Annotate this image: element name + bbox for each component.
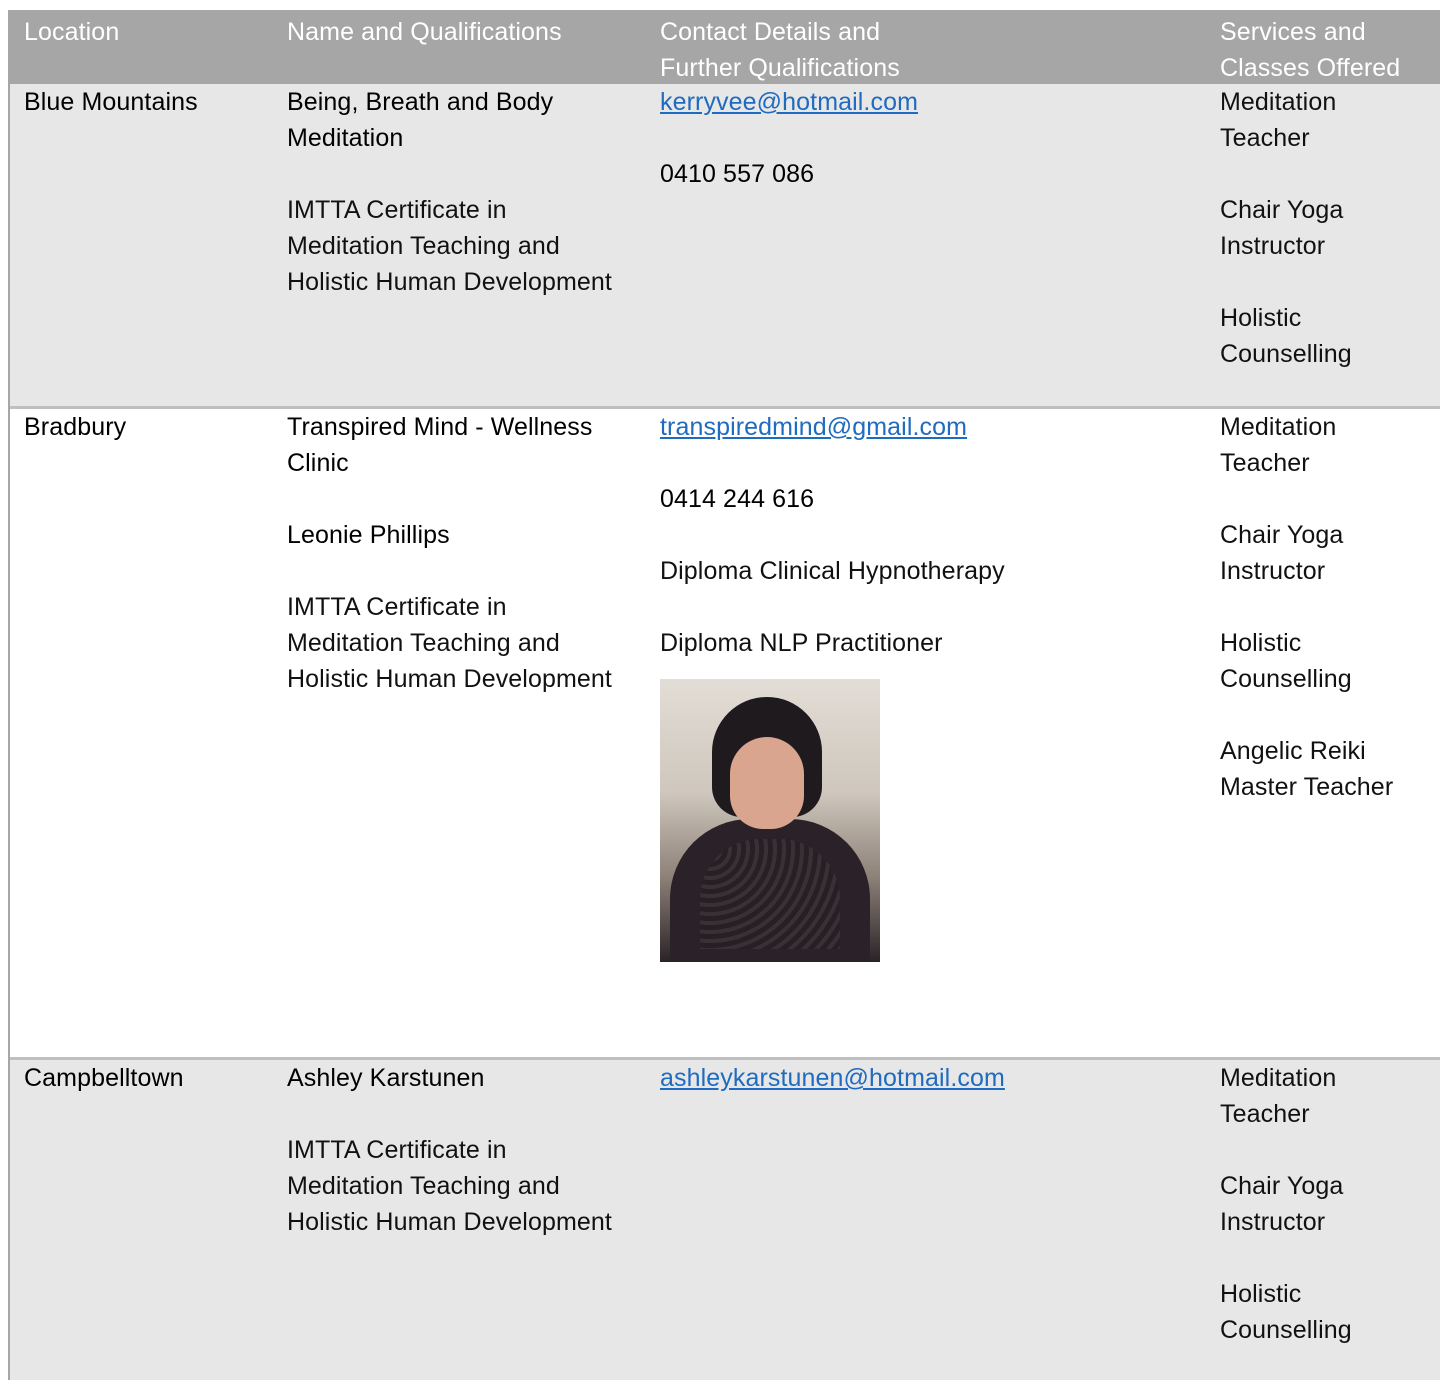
practice-name-cont: Meditation [287,124,404,152]
row-location: Blue Mountains [24,88,198,116]
service-item: Meditation Teacher [1220,413,1337,477]
qualification-line: Meditation Teaching and [287,232,560,260]
qualification-line: Holistic Human Development [287,665,612,693]
header-contact-line2: Further Qualifications [660,54,900,82]
service-item: Meditation Teacher [1220,1064,1337,1128]
practitioner-table: Location Name and Qualifications Contact… [8,10,1440,1380]
qualification-line: IMTTA Certificate in [287,196,507,224]
qualification-line: Holistic Human Development [287,268,612,296]
email-link[interactable]: kerryvee@hotmail.com [660,88,918,116]
table-row: Campbelltown Ashley Karstunen IMTTA Cert… [10,1057,1440,1380]
service-item: Holistic Counselling [1220,629,1352,693]
service-item: Chair Yoga Instructor [1220,521,1344,585]
qualification-line: IMTTA Certificate in [287,593,507,621]
table-row: Bradbury Transpired Mind - Wellness Clin… [10,406,1440,1057]
page: Location Name and Qualifications Contact… [0,0,1440,1380]
further-qualification: Diploma NLP Practitioner [660,629,943,657]
qualification-line: Holistic Human Development [287,1208,612,1236]
table-row: Blue Mountains Being, Breath and Body Me… [10,84,1440,406]
practitioner-name: Ashley Karstunen [287,1064,485,1092]
further-qualification: Diploma Clinical Hypnotherapy [660,557,1005,585]
header-name-qualifications: Name and Qualifications [287,18,562,46]
service-item: Chair Yoga Instructor [1220,196,1344,260]
service-item: Meditation Teacher [1220,88,1337,152]
qualification-line: IMTTA Certificate in [287,1136,507,1164]
row-location: Bradbury [24,413,127,441]
row-contact: transpiredmind@gmail.com 0414 244 616 Di… [660,409,1200,962]
phone-number: 0414 244 616 [660,485,815,513]
email-link[interactable]: ashleykarstunen@hotmail.com [660,1064,1005,1092]
service-item: Holistic Counselling [1220,304,1352,368]
practice-name-cont: Clinic [287,449,349,477]
practice-name: Being, Breath and Body [287,88,554,116]
row-contact: kerryvee@hotmail.com 0410 557 086 [660,84,1200,192]
practitioner-photo [660,679,880,962]
header-services: Services and Classes Offered [1220,14,1440,86]
header-contact: Contact Details and Further Qualificatio… [660,14,1200,86]
row-services: Meditation Teacher Chair Yoga Instructor H… [1220,409,1440,805]
row-services: Meditation Teacher Chair Yoga Instructor H… [1220,1060,1440,1348]
header-location: Location [24,18,120,46]
row-services: Meditation Teacher Chair Yoga Instructor H… [1220,84,1440,372]
table-header: Location Name and Qualifications Contact… [10,10,1440,84]
qualification-line: Meditation Teaching and [287,629,560,657]
row-location: Campbelltown [24,1064,184,1092]
row-name-qualifications: Ashley Karstunen IMTTA Certificate in Me… [287,1060,647,1240]
practice-name: Transpired Mind - Wellness [287,413,593,441]
email-link[interactable]: transpiredmind@gmail.com [660,413,967,441]
header-services-line2: Classes Offered [1220,54,1401,82]
phone-number: 0410 557 086 [660,160,815,188]
row-name-qualifications: Being, Breath and Body Meditation IMTTA … [287,84,647,300]
row-name-qualifications: Transpired Mind - Wellness Clinic Leonie… [287,409,647,697]
practitioner-name: Leonie Phillips [287,521,450,549]
service-item: Chair Yoga Instructor [1220,1172,1344,1236]
service-item: Angelic Reiki Master Teacher [1220,737,1394,801]
header-services-line1: Services and [1220,18,1366,46]
qualification-line: Meditation Teaching and [287,1172,560,1200]
service-item: Holistic Counselling [1220,1280,1352,1344]
row-contact: ashleykarstunen@hotmail.com [660,1060,1200,1096]
header-contact-line1: Contact Details and [660,18,881,46]
